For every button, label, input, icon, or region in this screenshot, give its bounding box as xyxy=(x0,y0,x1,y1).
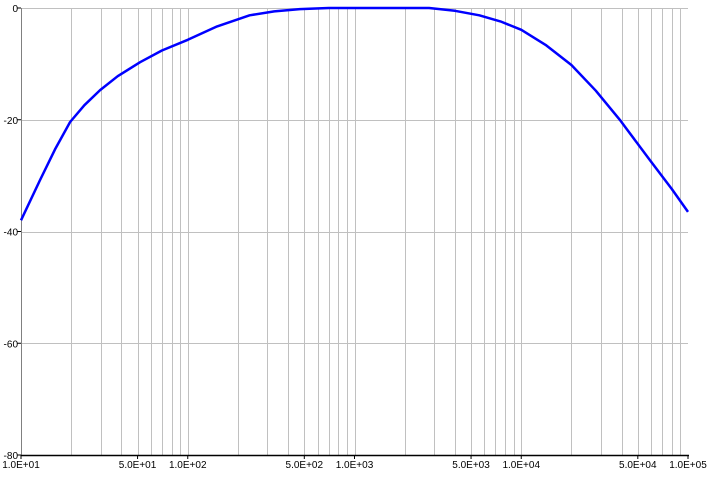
x-tick-label: 1.0E+04 xyxy=(502,460,540,471)
y-tick-label: -20 xyxy=(4,116,19,127)
y-tick-label: -60 xyxy=(4,339,19,350)
chart: 1.0E+01 5.0E+01 1.0E+02 5.0E+02 1.0E+03 5.0E+… xyxy=(2,4,707,471)
x-tick-label: 5.0E+02 xyxy=(286,460,324,471)
x-tick-label: 1.0E+02 xyxy=(169,460,207,471)
x-tick-label: 5.0E+04 xyxy=(619,460,657,471)
y-tick-label: -80 xyxy=(4,451,19,462)
x-tick-label: 1.0E+03 xyxy=(336,460,374,471)
x-tick-labels: 1.0E+01 5.0E+01 1.0E+02 5.0E+02 1.0E+03 5.0E+… xyxy=(2,455,707,471)
y-tick-label: -40 xyxy=(4,228,19,239)
x-tick-label: 5.0E+01 xyxy=(119,460,157,471)
x-tick-label: 1.0E+05 xyxy=(669,460,707,471)
y-tick-labels: 0 -20 -40 -60 -80 xyxy=(4,4,21,462)
x-tick-label: 5.0E+03 xyxy=(452,460,490,471)
y-tick-label: 0 xyxy=(12,4,18,15)
